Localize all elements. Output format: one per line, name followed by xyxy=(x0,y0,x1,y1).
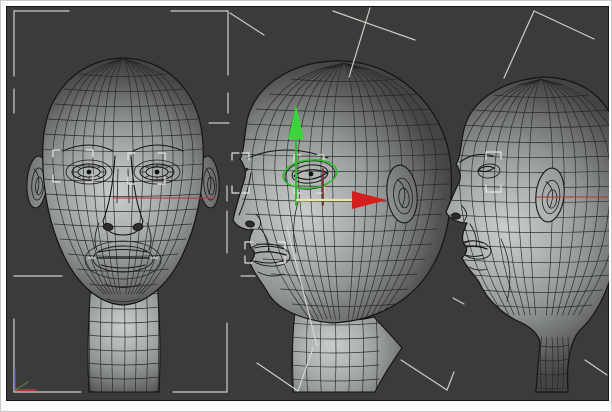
scene-canvas xyxy=(6,6,609,401)
window xyxy=(0,0,612,412)
pupil xyxy=(309,172,314,177)
pupil xyxy=(87,170,92,175)
pupil xyxy=(155,170,160,175)
perspective-viewport[interactable] xyxy=(6,6,609,401)
